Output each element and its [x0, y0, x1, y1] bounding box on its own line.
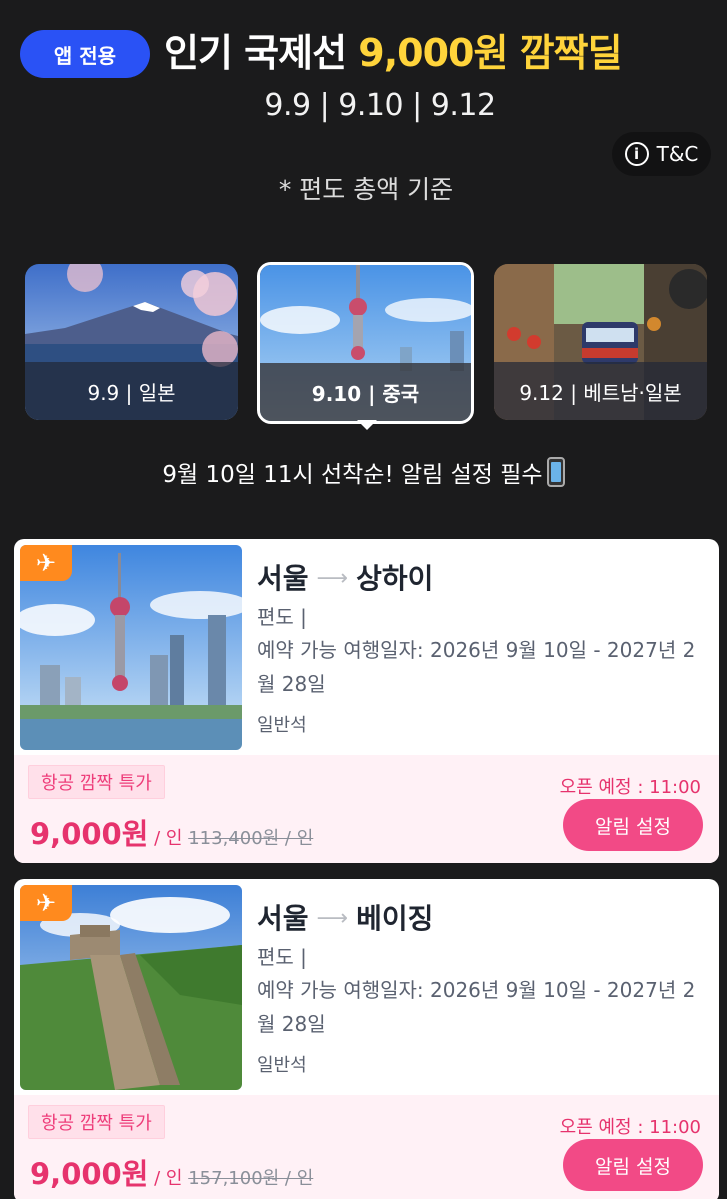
deal-card-beijing[interactable]: ✈ 서울 ⟶ 베이징 편도 | 예약 가능 여행일자: 2026년 9월 10일 -…: [14, 879, 719, 1199]
page-title: 인기 국제선 9,000원 깜짝딜: [164, 22, 623, 77]
price-basis-note: * 편도 총액 기준: [278, 175, 454, 204]
deal-card-shanghai[interactable]: ✈ 서울 ⟶ 상하이 편도 | 예약 가능 여행일자: 2026년 9월 10일 -…: [14, 539, 719, 863]
open-time: 오픈 예정 : 11:00: [559, 777, 701, 798]
sale-dates: 9.9 | 9.10 | 9.12: [264, 88, 496, 123]
mobile-phone-icon: [546, 457, 565, 487]
set-alarm-button[interactable]: 알림 설정: [563, 1139, 703, 1191]
first-come-notice: 9월 10일 11시 선착순! 알림 설정 필수: [0, 455, 727, 489]
info-icon: i: [624, 142, 649, 166]
route-title: 서울 ⟶ 베이징: [257, 897, 433, 937]
plane-icon: ✈: [20, 885, 72, 921]
destination-city: 베이징: [356, 902, 434, 935]
tab-japan-label: 9.9 | 일본: [25, 362, 238, 420]
sale-price: 9,000원: [30, 817, 149, 851]
sale-price: 9,000원: [30, 1157, 149, 1191]
per-person: / 인: [148, 828, 189, 849]
tab-china[interactable]: 9.10 | 중국: [257, 262, 474, 424]
deal-price-panel: 항공 깜짝 특가 9,000원 / 인 113,400원 / 인 오픈 예정 :…: [14, 755, 719, 863]
route-arrow-icon: ⟶: [316, 566, 349, 591]
title-prefix: 인기 국제선: [164, 31, 347, 75]
notice-text: 9월 10일 11시 선착순! 알림 설정 필수: [162, 462, 543, 488]
trip-type: 편도 |: [257, 945, 307, 969]
original-price: 113,400원 / 인: [188, 828, 314, 849]
tab-china-label: 9.10 | 중국: [260, 363, 471, 421]
terms-label: T&C: [656, 142, 699, 166]
cabin-class: 일반석: [257, 715, 307, 736]
original-price: 157,100원 / 인: [188, 1168, 314, 1189]
cabin-class: 일반석: [257, 1055, 307, 1076]
travel-period: 예약 가능 여행일자: 2026년 9월 10일 - 2027년 2월 28일: [257, 638, 696, 696]
deal-price: 9,000원 / 인 157,100원 / 인: [30, 1151, 313, 1193]
open-time: 오픈 예정 : 11:00: [559, 1117, 701, 1138]
tab-vietnam-japan-label: 9.12 | 베트남·일본: [494, 362, 707, 420]
per-person: / 인: [148, 1168, 189, 1189]
destination-city: 상하이: [356, 562, 434, 595]
promo-header: 앱 전용 인기 국제선 9,000원 깜짝딜 9.9 | 9.10 | 9.12…: [0, 0, 727, 240]
plane-icon: ✈: [20, 545, 72, 581]
date-tabs: 9.9 | 일본 9.10 | 중국 9.12 | 베트남·일본: [0, 262, 727, 430]
route-title: 서울 ⟶ 상하이: [257, 557, 433, 597]
tab-japan[interactable]: 9.9 | 일본: [25, 264, 238, 420]
set-alarm-button[interactable]: 알림 설정: [563, 799, 703, 851]
origin-city: 서울: [257, 902, 309, 935]
travel-period: 예약 가능 여행일자: 2026년 9월 10일 - 2027년 2월 28일: [257, 978, 696, 1036]
title-highlight: 9,000원 깜짝딜: [358, 31, 622, 75]
promo-badge: 항공 깜짝 특가: [28, 765, 165, 799]
route-arrow-icon: ⟶: [316, 906, 349, 931]
tab-vietnam-japan[interactable]: 9.12 | 베트남·일본: [494, 264, 707, 420]
origin-city: 서울: [257, 562, 309, 595]
app-only-badge: 앱 전용: [20, 30, 150, 78]
promo-badge: 항공 깜짝 특가: [28, 1105, 165, 1139]
trip-type: 편도 |: [257, 605, 307, 629]
deal-price: 9,000원 / 인 113,400원 / 인: [30, 811, 313, 853]
active-tab-pointer: [357, 420, 377, 430]
deal-price-panel: 항공 깜짝 특가 9,000원 / 인 157,100원 / 인 오픈 예정 :…: [14, 1095, 719, 1199]
